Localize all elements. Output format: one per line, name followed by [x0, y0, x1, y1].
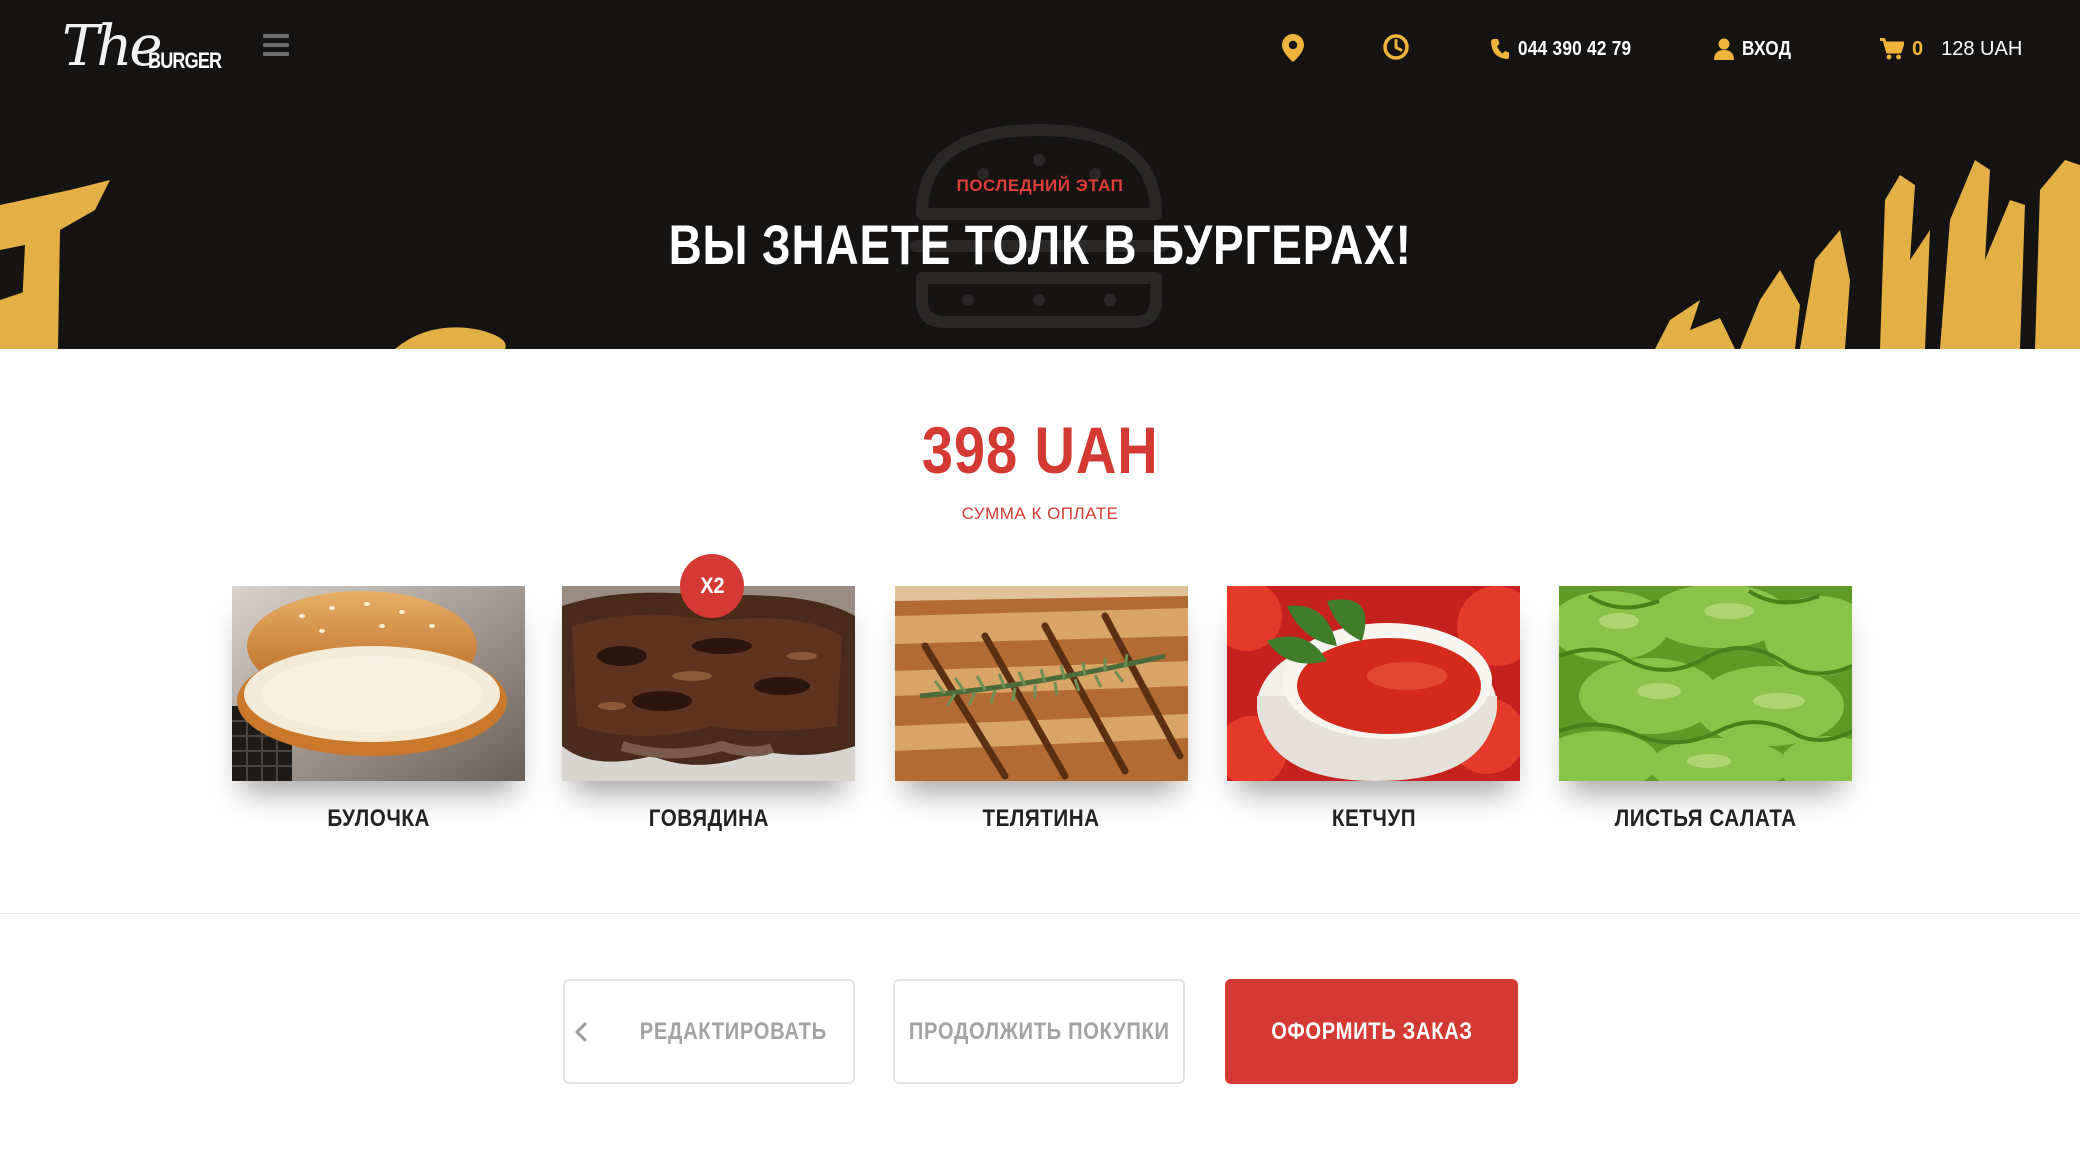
login-label: ВХОД [1742, 37, 1792, 60]
location-pin-icon[interactable] [1282, 34, 1304, 67]
ingredient-name: БУЛОЧКА [327, 805, 430, 832]
phone-link[interactable]: 044 390 42 79 [1490, 34, 1650, 64]
ingredient-name: ТЕЛЯТИНА [982, 805, 1101, 832]
ingredient-name: КЕТЧУП [1331, 805, 1416, 832]
total-caption: СУММА К ОПЛАТЕ [961, 504, 1119, 523]
ingredient-card-ketchup: КЕТЧУП [1227, 586, 1520, 833]
order-total: 398 UAH [921, 413, 1159, 487]
hero-header: The BURGER 044 390 42 79 ВХОД 0 128 UAH … [0, 0, 2080, 349]
veal-image [895, 586, 1188, 781]
divider [0, 913, 2080, 914]
edit-button[interactable]: РЕДАКТИРОВАТЬ [563, 979, 855, 1084]
logo-script: The [62, 14, 163, 79]
continue-shopping-button[interactable]: ПРОДОЛЖИТЬ ПОКУПКИ [893, 979, 1185, 1084]
page-title: ВЫ ЗНАЕТЕ ТОЛК В БУРГЕРАХ! [668, 213, 1412, 276]
lettuce-image [1559, 586, 1852, 781]
clock-icon[interactable] [1383, 34, 1409, 65]
menu-icon[interactable] [263, 34, 289, 56]
quantity-badge: X2 [680, 554, 744, 618]
cart-button[interactable]: 0 128 UAH [1880, 34, 2022, 64]
chevron-left-icon [575, 1022, 587, 1041]
ingredient-card-bun: БУЛОЧКА [232, 586, 525, 833]
hero-eyebrow: ПОСЛЕДНИЙ ЭТАП [956, 176, 1124, 195]
ingredient-card-beef: ГОВЯДИНА [562, 586, 855, 833]
user-icon [1714, 38, 1734, 60]
ketchup-image [1227, 586, 1520, 781]
order-label: ОФОРМИТЬ ЗАКАЗ [1270, 1017, 1473, 1045]
ingredient-name: ЛИСТЬЯ САЛАТА [1614, 805, 1797, 832]
ingredient-name: ГОВЯДИНА [648, 805, 769, 832]
phone-number: 044 390 42 79 [1518, 37, 1632, 60]
cart-total: 128 UAH [1941, 37, 2023, 60]
site-logo[interactable]: The BURGER [62, 14, 222, 80]
cart-count: 0 [1912, 37, 1924, 60]
logo-word: BURGER [148, 48, 222, 73]
edit-label: РЕДАКТИРОВАТЬ [639, 1017, 827, 1045]
phone-icon [1491, 39, 1509, 59]
place-order-button[interactable]: ОФОРМИТЬ ЗАКАЗ [1225, 979, 1518, 1084]
ingredient-card-lettuce: ЛИСТЬЯ САЛАТА [1559, 586, 1852, 833]
continue-label: ПРОДОЛЖИТЬ ПОКУПКИ [908, 1017, 1170, 1045]
login-button[interactable]: ВХОД [1714, 34, 1799, 64]
ingredient-card-veal: ТЕЛЯТИНА [895, 586, 1188, 833]
cart-icon [1880, 38, 1904, 60]
bun-image [232, 586, 525, 781]
